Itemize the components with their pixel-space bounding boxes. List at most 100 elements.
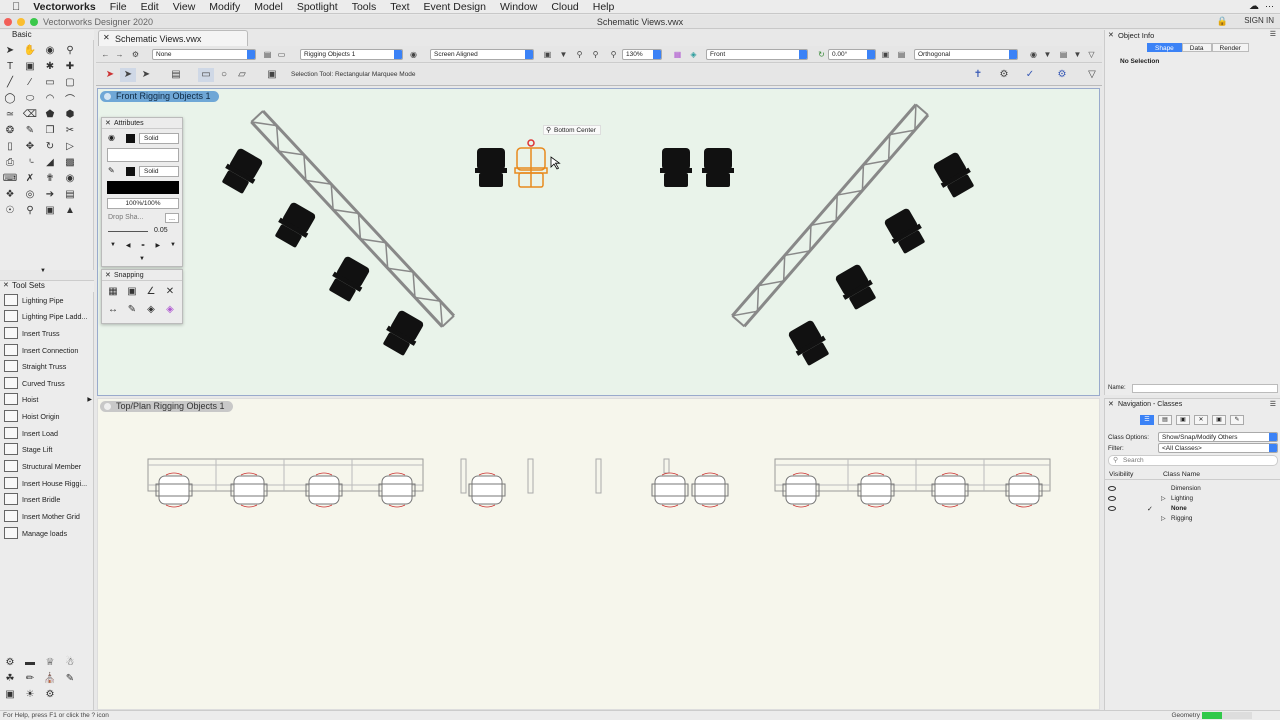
connect-tool-icon[interactable]: ✥ [22, 138, 38, 154]
tab-shape[interactable]: Shape [1147, 43, 1182, 52]
menu-model[interactable]: Model [247, 0, 290, 14]
tool-insert-mother-grid[interactable]: Insert Mother Grid [0, 508, 94, 524]
options-dropdown-icon[interactable]: ▼ [1042, 49, 1053, 60]
tab-render[interactable]: Render [1211, 43, 1249, 52]
close-navigation-icon[interactable]: ✕ [1108, 400, 1114, 408]
interactive-scaling-mode-icon[interactable]: ➤ [120, 68, 136, 82]
machine-toolset-icon[interactable]: ⚙ [42, 686, 58, 702]
nav-classes-button[interactable]: ☰ [1140, 415, 1154, 425]
rendering-toolset-icon[interactable]: ☀ [22, 686, 38, 702]
rotate-plan-icon[interactable]: ↻ [816, 49, 827, 60]
edit-check-icon[interactable]: ✓ [1022, 68, 1038, 82]
plan-fixture-5[interactable] [468, 472, 506, 508]
forward-icon[interactable]: → [114, 49, 125, 60]
search-tool-icon[interactable]: ⚲ [22, 202, 38, 218]
arrow-left-icon[interactable]: ◀ [126, 242, 131, 252]
landscape-toolset-icon[interactable]: ☘ [2, 670, 18, 686]
wall-tool-icon[interactable]: ▤ [62, 186, 78, 202]
oval-tool-icon[interactable]: ⬭ [22, 90, 38, 106]
object-info-menu-icon[interactable]: ☰ [1270, 30, 1276, 38]
top-plan-viewport-label[interactable]: Top/Plan Rigging Objects 1 [100, 401, 233, 412]
zoom-selection-icon[interactable]: ⚲ [574, 49, 585, 60]
tool-insert-load[interactable]: Insert Load [0, 425, 94, 441]
double-line-tool-icon[interactable]: ∕ [22, 74, 38, 90]
snap-working-plane-icon[interactable]: ◈ [162, 301, 178, 317]
filter-select[interactable]: <All Classes> [1158, 443, 1278, 453]
saved-views-icon[interactable]: ▤ [1058, 49, 1069, 60]
image-tool-icon[interactable]: ▣ [42, 202, 58, 218]
spotlight-toolset-icon[interactable]: ⚙ [2, 654, 18, 670]
document-tab[interactable]: Schematic Views.vwx ✕ [98, 30, 248, 46]
lasso-mode-icon[interactable]: ○ [216, 68, 232, 82]
fixture-left-4[interactable] [379, 308, 427, 359]
snap-object-icon[interactable]: ▣ [124, 283, 140, 299]
fit-to-window-icon[interactable]: ▣ [542, 49, 553, 60]
preferences-mode-icon[interactable]: ▣ [264, 68, 280, 82]
fixture-center-1[interactable] [475, 148, 507, 187]
tool-stage-lift[interactable]: Stage Lift [0, 441, 94, 457]
top-plan-viewport[interactable]: Top/Plan Rigging Objects 1 [97, 398, 1100, 710]
3d-toolset-icon[interactable]: ▣ [2, 686, 18, 702]
nav-sheets-button[interactable]: ▣ [1176, 415, 1190, 425]
plane-mode-icon[interactable]: ◉ [408, 49, 419, 60]
furniture-toolset-icon[interactable]: ☃ [62, 654, 78, 670]
snap-distance-icon[interactable]: ↔ [105, 301, 121, 317]
plan-fixture-6[interactable] [651, 472, 689, 508]
fixture-left-1[interactable] [218, 146, 266, 197]
regular-polygon-tool-icon[interactable]: ⬢ [62, 106, 78, 122]
clip-tool-icon[interactable]: ▩ [62, 154, 78, 170]
more-icon[interactable]: ⋯ [1265, 1, 1274, 12]
nav-layers-button[interactable]: ▤ [1158, 415, 1172, 425]
rotation-field[interactable]: 0.00° [828, 49, 876, 60]
expand-palette-icon[interactable]: ▼ [40, 268, 46, 274]
fixture-right-4[interactable] [785, 318, 833, 369]
menu-file[interactable]: File [103, 0, 134, 14]
standard-view-icon[interactable]: ▼ [558, 49, 569, 60]
tool-insert-truss[interactable]: Insert Truss [0, 325, 94, 341]
render-mode-icon[interactable]: ▤ [896, 49, 907, 60]
scissors-tool-icon[interactable]: ✂ [62, 122, 78, 138]
stake-tool-icon[interactable]: ◎ [22, 186, 38, 202]
standard-view-select[interactable]: Front [706, 49, 808, 60]
plan-fixture-8[interactable] [782, 472, 820, 508]
plan-fixture-4[interactable] [378, 472, 416, 508]
tape-tool-icon[interactable]: ✚ [62, 58, 78, 74]
visibility-toggle-icon[interactable]: ◉ [1028, 49, 1039, 60]
visibility-tool-icon[interactable]: ◉ [62, 170, 78, 186]
zoom-tool-icon[interactable]: ⚲ [62, 42, 78, 58]
offset-tool-icon[interactable]: ⎙ [2, 154, 18, 170]
close-object-info-icon[interactable]: ✕ [1108, 31, 1114, 39]
truss-toolset-icon[interactable]: ▬ [22, 654, 38, 670]
dimension-tool-icon[interactable]: ✱ [42, 58, 58, 74]
rounded-rectangle-tool-icon[interactable]: ▢ [62, 74, 78, 90]
render-grid-icon[interactable]: ▦ [672, 49, 683, 60]
flyover-tool-icon[interactable]: ◉ [42, 42, 58, 58]
active-layer-select[interactable]: Rigging Objects 1 [300, 49, 403, 60]
active-class-select[interactable]: None [152, 49, 256, 60]
tool-straight-truss[interactable]: Straight Truss [0, 358, 94, 374]
rotate-tool-icon[interactable]: ↻ [42, 138, 58, 154]
arrow-tool-icon[interactable]: ➔ [42, 186, 58, 202]
menu-spotlight[interactable]: Spotlight [290, 0, 345, 14]
move-by-points-tool-icon[interactable]: ✟ [42, 170, 58, 186]
nav-views-button[interactable]: ✕ [1194, 415, 1208, 425]
reshape-tool-icon[interactable]: ⌨ [2, 170, 18, 186]
menu-modify[interactable]: Modify [202, 0, 247, 14]
class-visibility-icon[interactable]: ⚙ [130, 49, 141, 60]
menu-view[interactable]: View [166, 0, 203, 14]
snap-surface-icon[interactable]: ◈ [143, 301, 159, 317]
rectangular-marquee-mode-icon[interactable]: ▭ [198, 68, 214, 82]
tool-hoist-origin[interactable]: Hoist Origin [0, 408, 94, 424]
menu-help[interactable]: Help [586, 0, 622, 14]
tool-hoist[interactable]: Hoist ▶ [0, 391, 94, 407]
plan-fixture-3[interactable] [305, 472, 343, 508]
snap-angle-icon[interactable]: ∠ [143, 283, 159, 299]
crown-toolset-icon[interactable]: ♕ [42, 654, 58, 670]
back-icon[interactable]: ← [100, 49, 111, 60]
fixture-right-3[interactable] [832, 262, 880, 313]
snap-tool-icon[interactable]: ✝ [970, 68, 986, 82]
spiral-tool-icon[interactable]: ❂ [2, 122, 18, 138]
eyedropper-tool-icon[interactable]: ✎ [22, 122, 38, 138]
zoom-select[interactable]: 130% [622, 49, 662, 60]
fixture-left-3[interactable] [325, 254, 373, 305]
